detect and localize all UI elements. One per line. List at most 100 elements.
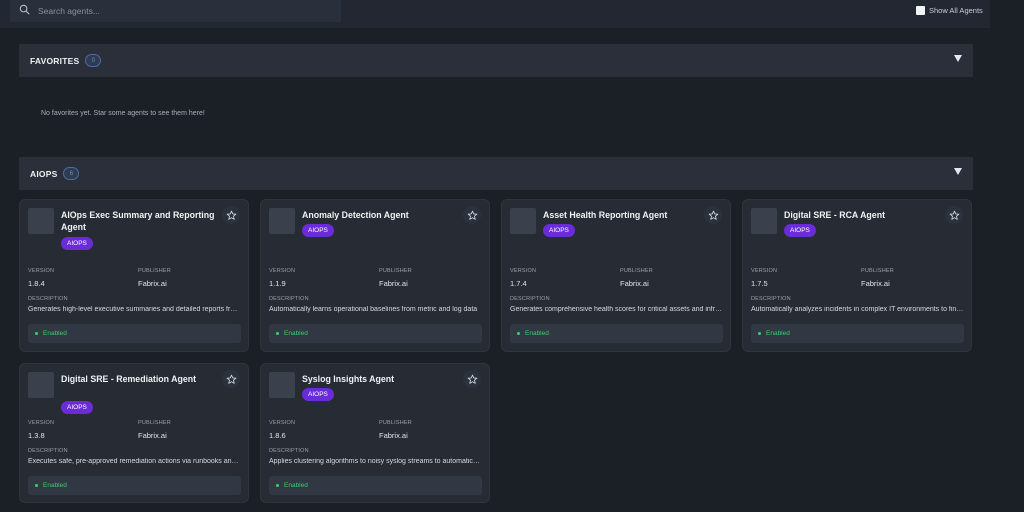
version-value: 1.1.9 <box>269 279 286 288</box>
favorites-empty-message: No favorites yet. Star some agents to se… <box>41 110 205 117</box>
agent-thumbnail <box>751 208 777 234</box>
agent-name: Anomaly Detection Agent <box>302 210 409 220</box>
description-label: DESCRIPTION <box>269 448 309 454</box>
aiops-section-header[interactable]: AIOPS 6 <box>19 157 973 190</box>
favorites-title: FAVORITES <box>30 55 80 66</box>
status-badge: Enabled <box>269 324 482 343</box>
version-value: 1.8.4 <box>28 279 45 288</box>
agent-description: Automatically learns operational baselin… <box>269 306 478 313</box>
category-tag: AIOPS <box>784 224 816 237</box>
search-input[interactable] <box>38 6 318 16</box>
status-text: Enabled <box>43 330 67 337</box>
version-label: VERSION <box>269 268 296 274</box>
publisher-label: PUBLISHER <box>138 268 171 274</box>
aiops-title: AIOPS <box>30 168 58 179</box>
favorite-star-button[interactable] <box>222 370 240 388</box>
agent-card[interactable]: Anomaly Detection Agent AIOPS VERSION PUBLI… <box>260 199 490 352</box>
agent-name: Digital SRE - Remediation Agent <box>61 374 197 384</box>
category-tag: AIOPS <box>61 237 93 250</box>
status-dot <box>35 484 38 487</box>
favorite-star-button[interactable] <box>463 370 481 388</box>
status-dot <box>758 332 761 335</box>
status-badge: Enabled <box>28 476 241 495</box>
agent-name: Syslog Insights Agent <box>302 374 395 384</box>
favorite-star-button[interactable] <box>463 206 481 224</box>
star-icon <box>949 210 960 221</box>
agent-card[interactable]: AIOps Exec Summary and Reporting Agent AI… <box>19 199 249 352</box>
category-tag: AIOPS <box>61 401 93 414</box>
favorites-count-badge: 0 <box>85 54 102 67</box>
category-tag: AIOPS <box>302 224 334 237</box>
star-icon <box>467 374 478 385</box>
publisher-label: PUBLISHER <box>620 268 653 274</box>
star-icon <box>708 210 719 221</box>
status-dot <box>276 332 279 335</box>
star-icon <box>226 374 237 385</box>
description-label: DESCRIPTION <box>751 296 791 302</box>
category-tag: AIOPS <box>302 388 334 401</box>
agent-thumbnail <box>28 208 54 234</box>
status-text: Enabled <box>284 482 308 489</box>
version-label: VERSION <box>269 420 296 426</box>
status-badge: Enabled <box>28 324 241 343</box>
publisher-value: Fabrix.ai <box>379 279 408 288</box>
show-all-agents-toggle[interactable]: Show All Agents <box>916 6 983 15</box>
agent-thumbnail <box>269 208 295 234</box>
show-all-checkbox[interactable] <box>916 6 925 15</box>
publisher-label: PUBLISHER <box>861 268 894 274</box>
description-label: DESCRIPTION <box>28 296 68 302</box>
agent-description: Generates high-level executive summaries… <box>28 306 241 313</box>
publisher-value: Fabrix.ai <box>138 279 167 288</box>
publisher-label: PUBLISHER <box>379 420 412 426</box>
version-value: 1.8.6 <box>269 431 286 440</box>
top-bar: Show All Agents <box>0 0 990 28</box>
status-badge: Enabled <box>269 476 482 495</box>
version-value: 1.3.8 <box>28 431 45 440</box>
aiops-count-badge: 6 <box>63 167 80 180</box>
version-label: VERSION <box>28 420 55 426</box>
agent-thumbnail <box>510 208 536 234</box>
status-text: Enabled <box>766 330 790 337</box>
category-tag: AIOPS <box>543 224 575 237</box>
agent-description: Automatically analyzes incidents in comp… <box>751 306 964 313</box>
status-dot <box>35 332 38 335</box>
favorite-star-button[interactable] <box>945 206 963 224</box>
agent-name: Digital SRE - RCA Agent <box>784 210 886 220</box>
agent-name: AIOps Exec Summary and Reporting Agent <box>61 210 215 232</box>
show-all-label: Show All Agents <box>929 6 983 15</box>
agent-thumbnail <box>269 372 295 398</box>
agent-thumbnail <box>28 372 54 398</box>
chevron-down-icon[interactable] <box>954 55 962 62</box>
status-badge: Enabled <box>510 324 723 343</box>
version-value: 1.7.5 <box>751 279 768 288</box>
search-icon <box>19 2 30 20</box>
description-label: DESCRIPTION <box>269 296 309 302</box>
status-text: Enabled <box>525 330 549 337</box>
agent-description: Applies clustering algorithms to noisy s… <box>269 458 482 465</box>
description-label: DESCRIPTION <box>510 296 550 302</box>
star-icon <box>467 210 478 221</box>
agent-card[interactable]: Syslog Insights Agent AIOPS VERSION PUBLISH… <box>260 363 490 503</box>
status-dot <box>276 484 279 487</box>
publisher-value: Fabrix.ai <box>138 431 167 440</box>
favorites-section-header[interactable]: FAVORITES 0 <box>19 44 973 77</box>
status-badge: Enabled <box>751 324 964 343</box>
version-label: VERSION <box>510 268 537 274</box>
status-text: Enabled <box>284 330 308 337</box>
agent-card[interactable]: Digital SRE - Remediation Agent AIOPS VERS… <box>19 363 249 503</box>
favorite-star-button[interactable] <box>222 206 240 224</box>
agent-card[interactable]: Digital SRE - RCA Agent AIOPS VERSION PUBLI… <box>742 199 972 352</box>
favorite-star-button[interactable] <box>704 206 722 224</box>
publisher-label: PUBLISHER <box>379 268 412 274</box>
version-label: VERSION <box>751 268 778 274</box>
chevron-down-icon[interactable] <box>954 168 962 175</box>
agent-card[interactable]: Asset Health Reporting Agent AIOPS VERSION… <box>501 199 731 352</box>
version-value: 1.7.4 <box>510 279 527 288</box>
agent-description: Executes safe, pre-approved remediation … <box>28 458 241 465</box>
publisher-value: Fabrix.ai <box>379 431 408 440</box>
publisher-value: Fabrix.ai <box>620 279 649 288</box>
search-box[interactable] <box>10 0 341 22</box>
description-label: DESCRIPTION <box>28 448 68 454</box>
agent-name: Asset Health Reporting Agent <box>543 210 668 220</box>
publisher-label: PUBLISHER <box>138 420 171 426</box>
